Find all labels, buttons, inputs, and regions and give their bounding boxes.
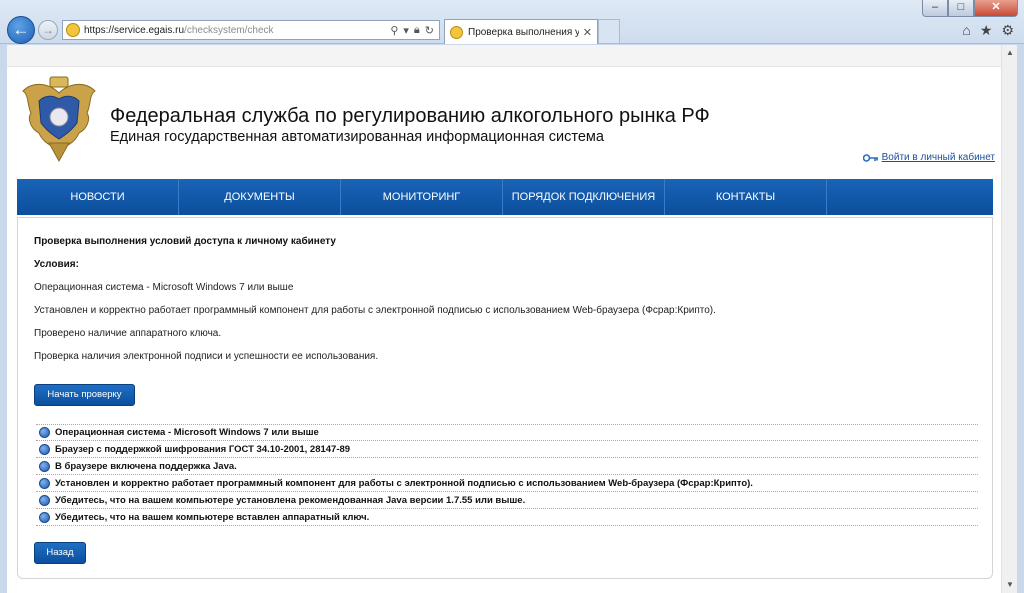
check-item: Установлен и корректно работает программ… bbox=[36, 475, 978, 492]
login-link-row[interactable]: Войти в личный кабинет bbox=[862, 152, 995, 163]
menu-item-contacts[interactable]: КОНТАКТЫ bbox=[665, 179, 827, 215]
check-item: Убедитесь, что на вашем компьютере встав… bbox=[36, 509, 978, 526]
home-icon[interactable]: ⌂ bbox=[962, 22, 970, 39]
content-title: Проверка выполнения условий доступа к ли… bbox=[34, 236, 336, 247]
minimize-button[interactable]: – bbox=[922, 0, 948, 17]
check-item-text: Установлен и корректно работает программ… bbox=[55, 477, 753, 489]
browser-tools: ⌂ ★ ⚙ bbox=[962, 22, 1014, 39]
window-controls: – □ ✕ bbox=[922, 0, 1018, 17]
browser-chrome: – □ ✕ ← → https://service.egais.ru/check… bbox=[0, 0, 1024, 44]
close-tab-icon[interactable]: ✕ bbox=[583, 26, 592, 39]
url-path: /checksystem/check bbox=[184, 24, 274, 36]
gear-icon[interactable]: ⚙ bbox=[1001, 22, 1014, 39]
dropdown-icon[interactable]: ▾ bbox=[403, 24, 409, 37]
eagle-emblem-icon bbox=[22, 76, 96, 163]
main-menu: НОВОСТИ ДОКУМЕНТЫ МОНИТОРИНГ ПОРЯДОК ПОД… bbox=[17, 179, 993, 215]
scroll-up-icon[interactable]: ▲ bbox=[1002, 45, 1017, 61]
menu-item-news[interactable]: НОВОСТИ bbox=[17, 179, 179, 215]
status-dot-icon bbox=[39, 443, 50, 455]
new-tab-button[interactable] bbox=[598, 19, 620, 43]
back-button[interactable]: ← bbox=[7, 16, 35, 44]
menu-item-monitoring[interactable]: МОНИТОРИНГ bbox=[341, 179, 503, 215]
lock-icon[interactable]: 🔒︎ bbox=[414, 24, 420, 37]
forward-button[interactable]: → bbox=[38, 20, 58, 40]
site-favicon-icon bbox=[66, 23, 80, 37]
close-window-button[interactable]: ✕ bbox=[974, 0, 1018, 17]
top-strip bbox=[7, 45, 1001, 67]
url-host: https://service.egais.ru bbox=[84, 24, 185, 36]
check-results-list: Операционная система - Microsoft Windows… bbox=[36, 424, 978, 526]
status-dot-icon bbox=[39, 494, 50, 506]
status-dot-icon bbox=[39, 460, 50, 472]
menu-item-connection-order[interactable]: ПОРЯДОК ПОДКЛЮЧЕНИЯ bbox=[503, 179, 665, 215]
maximize-button[interactable]: □ bbox=[948, 0, 974, 17]
check-item: Убедитесь, что на вашем компьютере устан… bbox=[36, 492, 978, 509]
tab-active[interactable]: Проверка выполнения усл... ✕ bbox=[444, 19, 598, 44]
key-icon bbox=[862, 153, 878, 162]
login-link[interactable]: Войти в личный кабинет bbox=[882, 152, 995, 163]
condition-item: Операционная система - Microsoft Windows… bbox=[34, 282, 294, 293]
check-item: Операционная система - Microsoft Windows… bbox=[36, 424, 978, 441]
menu-item-empty bbox=[827, 179, 989, 215]
search-icon[interactable]: ⚲ bbox=[390, 24, 398, 37]
condition-item: Проверка наличия электронной подписи и у… bbox=[34, 351, 379, 362]
url-text[interactable]: https://service.egais.ru/checksystem/che… bbox=[84, 25, 390, 36]
tab-title: Проверка выполнения усл... bbox=[468, 26, 579, 38]
condition-item: Установлен и корректно работает программ… bbox=[34, 305, 716, 316]
forward-arrow-icon: → bbox=[42, 23, 54, 37]
back-nav-button[interactable]: Назад bbox=[34, 542, 86, 564]
content-panel: Проверка выполнения условий доступа к ли… bbox=[17, 217, 993, 579]
address-bar[interactable]: https://service.egais.ru/checksystem/che… bbox=[62, 20, 440, 40]
conditions-label: Условия: bbox=[34, 259, 79, 270]
address-tools: ⚲ ▾ 🔒︎ ↻ bbox=[390, 24, 439, 37]
vertical-scrollbar[interactable]: ▲ ▼ bbox=[1001, 45, 1017, 593]
star-icon[interactable]: ★ bbox=[980, 22, 993, 39]
page-viewport: Федеральная служба по регулированию алко… bbox=[7, 45, 1017, 593]
scroll-down-icon[interactable]: ▼ bbox=[1002, 577, 1017, 593]
status-dot-icon bbox=[39, 511, 50, 523]
check-item-text: Браузер с поддержкой шифрования ГОСТ 34.… bbox=[55, 443, 351, 455]
check-item-text: Убедитесь, что на вашем компьютере устан… bbox=[55, 494, 526, 506]
status-dot-icon bbox=[39, 427, 50, 438]
page-title: Федеральная служба по регулированию алко… bbox=[110, 105, 710, 127]
condition-item: Проверено наличие аппаратного ключа. bbox=[34, 328, 222, 339]
status-dot-icon bbox=[39, 477, 50, 489]
check-item-text: В браузере включена поддержка Java. bbox=[55, 460, 237, 472]
check-item-text: Операционная система - Microsoft Windows… bbox=[55, 427, 319, 438]
page-subtitle: Единая государственная автоматизированна… bbox=[110, 129, 604, 145]
start-check-button[interactable]: Начать проверку bbox=[34, 384, 135, 406]
tab-favicon-icon bbox=[450, 25, 463, 39]
check-item-text: Убедитесь, что на вашем компьютере встав… bbox=[55, 511, 370, 523]
refresh-icon[interactable]: ↻ bbox=[425, 24, 434, 37]
menu-item-documents[interactable]: ДОКУМЕНТЫ bbox=[179, 179, 341, 215]
check-item: В браузере включена поддержка Java. bbox=[36, 458, 978, 475]
back-arrow-icon: ← bbox=[12, 20, 30, 39]
check-item: Браузер с поддержкой шифрования ГОСТ 34.… bbox=[36, 441, 978, 458]
